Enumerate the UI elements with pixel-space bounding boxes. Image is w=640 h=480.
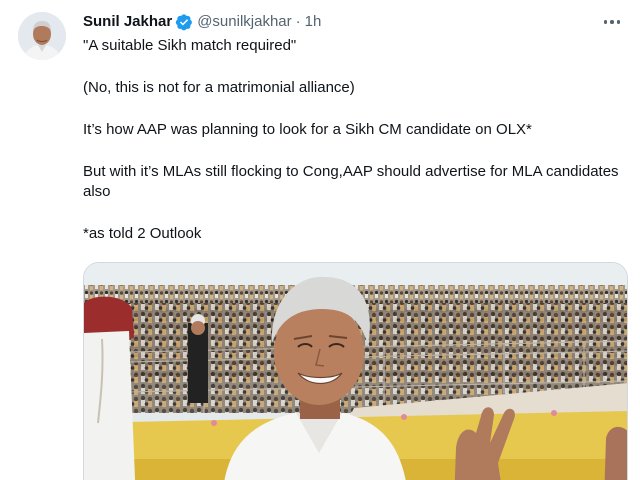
tweet-paragraph: "A suitable Sikh match required" <box>83 37 297 54</box>
tweet-paragraph: It’s how AAP was planning to look for a … <box>83 121 532 138</box>
author-name[interactable]: Sunil Jakhar <box>83 12 172 32</box>
avatar-image <box>18 12 66 60</box>
separator-dot: · <box>295 13 301 30</box>
more-horizontal-icon[interactable] <box>600 12 624 32</box>
author-handle[interactable]: @sunilkjakhar <box>197 12 291 32</box>
tweet-media-photo[interactable] <box>83 262 628 480</box>
tweet-paragraph: But with it’s MLAs still flocking to Con… <box>83 163 619 200</box>
timestamp[interactable]: 1h <box>305 12 322 32</box>
tweet-paragraph: (No, this is not for a matrimonial allia… <box>83 79 355 96</box>
avatar[interactable] <box>18 12 66 60</box>
tweet-card[interactable]: Sunil Jakhar @sunilkjakhar · 1h "A suita… <box>0 0 640 480</box>
tweet-paragraph: *as told 2 Outlook <box>83 225 202 242</box>
tweet-header: Sunil Jakhar @sunilkjakhar · 1h <box>83 12 321 32</box>
rally-photo <box>84 263 627 480</box>
verified-badge-icon <box>176 14 193 31</box>
tweet-text: "A suitable Sikh match required" (No, th… <box>83 36 623 244</box>
